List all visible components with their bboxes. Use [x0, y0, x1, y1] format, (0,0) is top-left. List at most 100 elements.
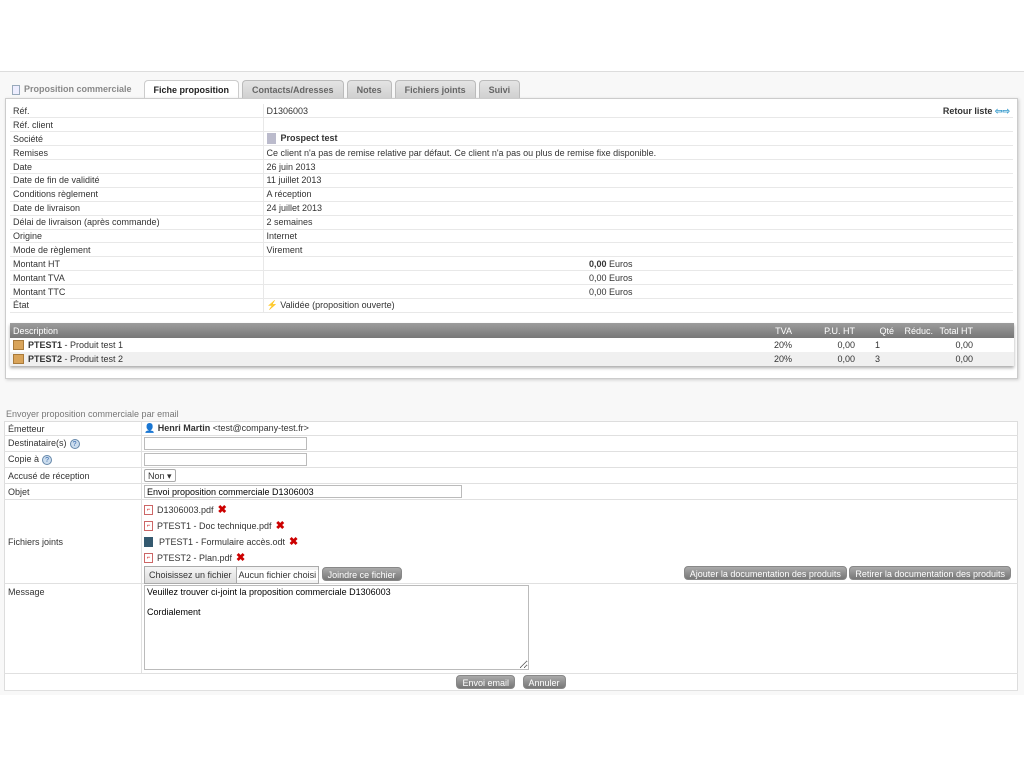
ack-select[interactable]: Non ▾ — [144, 469, 176, 482]
sender-name: Henri Martin — [157, 423, 211, 433]
field-label: Société — [10, 131, 264, 147]
company-link[interactable]: Prospect test — [281, 133, 338, 143]
tab-proposition-commerciale[interactable]: Proposition commerciale — [8, 80, 141, 99]
tab-suivi[interactable]: Suivi — [478, 80, 521, 99]
help-icon[interactable]: ? — [69, 439, 80, 449]
message-textarea[interactable]: Veuillez trouver ci-joint la proposition… — [144, 585, 529, 670]
info-row: Montant TVA 0,00 Euros — [10, 270, 1013, 286]
help-icon[interactable]: ? — [42, 455, 53, 465]
field-value: A réception — [266, 189, 312, 200]
field-label: État — [10, 298, 264, 313]
line-pu: 0,00 — [795, 338, 858, 352]
remove-file-icon[interactable]: ✖ — [276, 520, 285, 532]
document-icon — [12, 84, 20, 95]
currency: Euros — [609, 272, 633, 283]
field-value: 24 juillet 2013 — [266, 203, 323, 214]
field-value: Internet — [266, 230, 298, 241]
cc-label: Copie à — [8, 454, 40, 464]
chevron-down-icon: ▾ — [167, 471, 172, 481]
pdf-file-icon: ⌐ — [144, 505, 153, 516]
field-value: D1306003 — [266, 105, 309, 116]
field-label: Date de livraison — [10, 201, 264, 216]
user-icon: 👤 — [144, 423, 156, 433]
field-value: 2 semaines — [266, 217, 313, 228]
proposal-card: Réf. D1306003 Réf. client Société Prospect t… — [5, 98, 1018, 379]
status-value: Validée (proposition ouverte) — [280, 299, 395, 310]
file-input[interactable]: Choisissez un fichier Aucun fichier chois… — [144, 565, 320, 584]
tab-contacts[interactable]: Contacts/Adresses — [242, 80, 344, 99]
col-pu: P.U. HT — [795, 323, 858, 338]
product-ref[interactable]: PTEST1 — [28, 340, 62, 350]
line-row: PTEST1 - Produit test 1 20% 0,00 1 0,00 — [10, 338, 1014, 352]
field-label: Montant HT — [10, 256, 264, 272]
to-label: Destinataire(s) — [8, 438, 67, 448]
info-row: Réf. client — [10, 117, 1013, 133]
remove-docs-button[interactable]: Retirer la documentation des produits — [849, 566, 1011, 580]
field-value: Virement — [266, 244, 303, 255]
attached-file: PTEST1 - Formulaire accès.odt ✖ — [144, 534, 1015, 550]
line-total: 0,00 — [936, 352, 976, 366]
back-to-list-link[interactable]: Retour liste ⇦⇨ — [943, 106, 1010, 117]
amount-value: 0,00 — [588, 258, 607, 269]
attached-file: ⌐ PTEST2 - Plan.pdf ✖ — [144, 550, 1015, 566]
cc-input[interactable] — [144, 453, 307, 466]
remove-file-icon[interactable]: ✖ — [289, 536, 298, 548]
info-row: Conditions règlement A réception — [10, 187, 1013, 202]
field-label: Montant TVA — [10, 270, 264, 286]
choose-file-button[interactable]: Choisissez un fichier — [145, 566, 237, 583]
field-value: 26 juin 2013 — [266, 161, 316, 172]
sender-label: Émetteur — [4, 421, 142, 436]
to-input[interactable] — [144, 437, 307, 450]
subject-input[interactable] — [144, 485, 462, 498]
col-qty: Qté — [858, 323, 897, 338]
field-label: Mode de règlement — [10, 242, 264, 258]
line-tva: 20% — [755, 352, 795, 366]
product-icon — [13, 354, 24, 365]
add-docs-button[interactable]: Ajouter la documentation des produits — [683, 566, 847, 580]
subject-label: Objet — [4, 483, 142, 500]
info-row: Réf. D1306003 — [10, 104, 1013, 119]
field-label: Délai de livraison (après commande) — [10, 215, 264, 230]
tab-notes[interactable]: Notes — [346, 80, 392, 99]
field-value: Ce client n'a pas de remise relative par… — [266, 147, 657, 158]
odt-file-icon — [144, 537, 153, 548]
info-row: État ⚡ Validée (proposition ouverte) — [10, 298, 1013, 313]
currency: Euros — [609, 286, 633, 297]
line-total: 0,00 — [936, 338, 976, 352]
field-label: Date de fin de validité — [10, 173, 264, 188]
field-label: Réf. client — [10, 117, 264, 133]
send-email-button[interactable]: Envoi email — [456, 675, 515, 689]
ack-label: Accusé de réception — [4, 467, 142, 484]
line-tva: 20% — [755, 338, 795, 352]
remove-file-icon[interactable]: ✖ — [218, 504, 227, 516]
sender-email: <test@company-test.fr> — [212, 423, 309, 433]
company-icon — [266, 133, 276, 145]
attach-file-button[interactable]: Joindre ce fichier — [321, 566, 402, 581]
remove-file-icon[interactable]: ✖ — [236, 552, 245, 564]
product-ref[interactable]: PTEST2 — [28, 354, 62, 364]
arrow-right-icon[interactable]: ⇨ — [1002, 106, 1010, 116]
col-description: Description — [10, 323, 755, 338]
amount-value: 0,00 — [588, 286, 607, 297]
info-row: Date de fin de validité 11 juillet 2013 — [10, 173, 1013, 188]
line-pu: 0,00 — [795, 352, 858, 366]
pdf-file-icon: ⌐ — [144, 521, 153, 532]
field-value: 11 juillet 2013 — [266, 175, 322, 186]
email-section-title: Envoyer proposition commerciale par emai… — [6, 409, 179, 419]
tab-fichiers-joints[interactable]: Fichiers joints — [394, 80, 476, 99]
field-label: Réf. — [10, 104, 264, 119]
line-qty: 3 — [858, 352, 897, 366]
info-row: Remises Ce client n'a pas de remise relat… — [10, 145, 1013, 161]
status-validated-icon: ⚡ — [266, 299, 278, 310]
info-row: Date 26 juin 2013 — [10, 159, 1013, 174]
info-row: Mode de règlement Virement — [10, 242, 1013, 258]
currency: Euros — [609, 258, 633, 269]
message-label: Message — [4, 583, 142, 674]
line-row: PTEST2 - Produit test 2 20% 0,00 3 0,00 — [10, 352, 1014, 366]
field-label: Montant TTC — [10, 284, 264, 299]
lines-table: Description TVA P.U. HT Qté Réduc. Total… — [10, 323, 1014, 366]
cancel-button[interactable]: Annuler — [522, 675, 566, 689]
tab-fiche-proposition[interactable]: Fiche proposition — [143, 80, 240, 99]
field-label: Remises — [10, 145, 264, 161]
product-icon — [13, 340, 24, 351]
